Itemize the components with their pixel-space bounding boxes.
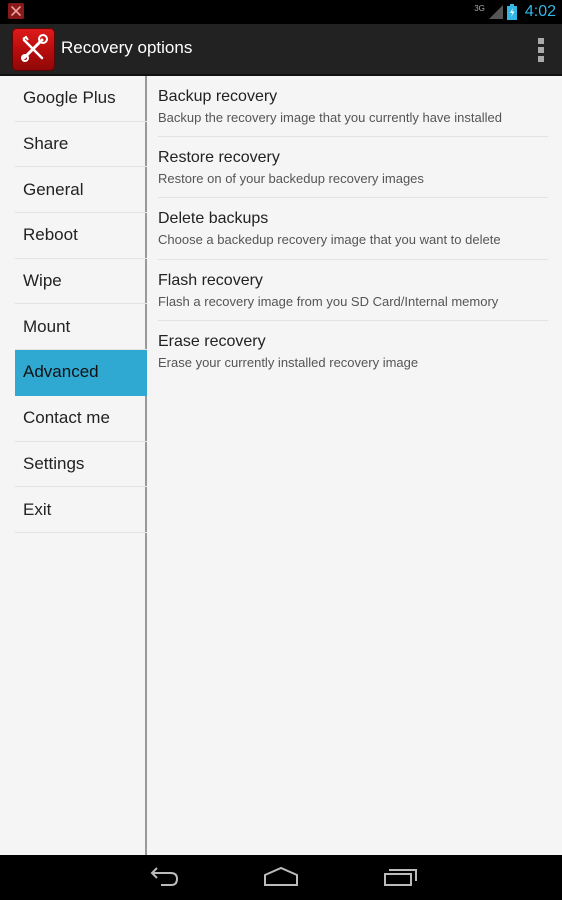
battery-charging-icon [506, 4, 517, 20]
sidebar-item-share[interactable]: Share [15, 122, 147, 168]
sidebar-item-reboot[interactable]: Reboot [15, 213, 147, 259]
option-title: Flash recovery [158, 271, 263, 289]
overflow-dot [538, 47, 544, 53]
sidebar-item-wipe[interactable]: Wipe [15, 259, 147, 305]
option-erase-recovery[interactable]: Erase recovery Erase your currently inst… [158, 321, 548, 382]
options-panel: Backup recovery Backup the recovery imag… [149, 76, 562, 855]
back-icon [150, 867, 179, 886]
network-type-label: 3G [474, 3, 485, 13]
sidebar-item-general[interactable]: General [15, 167, 147, 214]
option-title: Restore recovery [158, 149, 280, 167]
recent-apps-button[interactable] [382, 865, 420, 891]
home-icon [264, 866, 298, 886]
option-backup-recovery[interactable]: Backup recovery Backup the recovery imag… [158, 76, 548, 138]
home-button[interactable] [262, 865, 300, 891]
tools-notification-icon [8, 3, 24, 19]
sidebar-item-google-plus[interactable]: Google Plus [15, 76, 147, 122]
option-subtitle: Choose a backedup recovery image that yo… [158, 232, 501, 248]
sidebar-item-mount[interactable]: Mount [15, 304, 147, 351]
option-title: Backup recovery [158, 88, 278, 105]
wrench-screwdriver-icon[interactable] [12, 28, 55, 71]
option-subtitle: Restore on of your backedup recovery ima… [158, 171, 424, 187]
action-bar: Recovery options [0, 24, 562, 76]
back-button[interactable] [143, 865, 181, 891]
option-restore-recovery[interactable]: Restore recovery Restore on of your back… [158, 137, 548, 199]
overflow-menu-button[interactable] [536, 38, 546, 62]
sidebar: Google Plus Share General Reboot Wipe Mo… [0, 76, 147, 855]
sidebar-list: Google Plus Share General Reboot Wipe Mo… [15, 76, 147, 533]
recent-apps-icon [384, 869, 417, 886]
cell-signal-icon [488, 5, 503, 19]
overflow-dot [538, 38, 544, 44]
sidebar-item-exit[interactable]: Exit [15, 487, 147, 533]
sidebar-item-advanced[interactable]: Advanced [15, 350, 147, 396]
option-subtitle: Backup the recovery image that you curre… [158, 110, 502, 125]
option-title: Delete backups [158, 210, 269, 228]
option-flash-recovery[interactable]: Flash recovery Flash a recovery image fr… [158, 260, 548, 321]
content-area: Google Plus Share General Reboot Wipe Mo… [0, 76, 562, 855]
option-subtitle: Flash a recovery image from you SD Card/… [158, 293, 499, 309]
overflow-dot [538, 56, 544, 62]
page-title: Recovery options [61, 38, 193, 57]
option-subtitle: Erase your currently installed recovery … [158, 354, 419, 370]
clock: 4:02 [524, 3, 556, 20]
status-bar: 3G 4:02 [0, 0, 562, 24]
status-indicators: 3G 4:02 [474, 0, 556, 24]
sidebar-item-settings[interactable]: Settings [15, 442, 147, 488]
options-list: Backup recovery Backup the recovery imag… [158, 76, 548, 382]
navigation-bar [0, 855, 562, 900]
option-title: Erase recovery [158, 332, 266, 350]
option-delete-backups[interactable]: Delete backups Choose a backedup recover… [158, 198, 548, 260]
sidebar-item-contact-me[interactable]: Contact me [15, 396, 147, 442]
